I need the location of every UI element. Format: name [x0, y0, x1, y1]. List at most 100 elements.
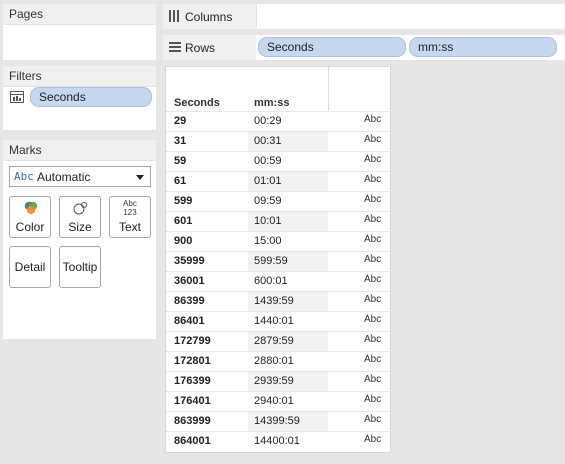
tooltip-button[interactable]: Tooltip — [59, 246, 101, 288]
cell-seconds: 176401 — [174, 395, 211, 407]
color-icon — [24, 201, 38, 215]
cell-mmss: 1440:01 — [254, 315, 294, 327]
rows-icon — [169, 42, 181, 52]
cell-text-mark[interactable]: Abc — [364, 154, 381, 165]
cell-seconds: 86401 — [174, 315, 205, 327]
cell-mmss: 599:59 — [254, 255, 288, 267]
cell-seconds: 59 — [174, 155, 187, 167]
text-icon-bottom: 123 — [123, 208, 137, 217]
cell-text-mark[interactable]: Abc — [364, 394, 381, 405]
cell-mmss: 01:01 — [254, 175, 282, 187]
detail-button[interactable]: Detail — [9, 246, 51, 288]
table-row[interactable]: 36001 600:01 Abc — [166, 271, 390, 291]
columns-icon — [169, 10, 179, 22]
color-label: Color — [15, 220, 45, 234]
cell-text-mark[interactable]: Abc — [364, 134, 381, 145]
pages-card: Pages — [3, 4, 156, 60]
cell-text-mark[interactable]: Abc — [364, 214, 381, 225]
table-row[interactable]: 86401 1440:01 Abc — [166, 311, 390, 331]
cell-mmss: 1439:59 — [254, 295, 294, 307]
size-icon — [73, 202, 87, 215]
rows-label: Rows — [185, 41, 216, 55]
cell-mmss: 600:01 — [254, 275, 288, 287]
table-row[interactable]: 86399 1439:59 Abc — [166, 291, 390, 311]
cell-text-mark[interactable]: Abc — [364, 434, 381, 445]
marks-card: Marks Abc Automatic Color Size Abc 123 T… — [3, 140, 156, 339]
cell-seconds: 172799 — [174, 335, 211, 347]
cell-seconds: 863999 — [174, 415, 211, 427]
cell-text-mark[interactable]: Abc — [364, 274, 381, 285]
table-row[interactable]: 176399 2939:59 Abc — [166, 371, 390, 391]
text-icon-top: Abc — [123, 199, 137, 208]
cell-text-mark[interactable]: Abc — [364, 334, 381, 345]
cell-seconds: 601 — [174, 215, 193, 227]
cell-text-mark[interactable]: Abc — [364, 174, 381, 185]
header-mmss[interactable]: mm:ss — [254, 97, 289, 109]
columns-label: Columns — [185, 10, 233, 24]
cell-seconds: 900 — [174, 235, 193, 247]
filter-field-icon — [10, 91, 24, 103]
cell-text-mark[interactable]: Abc — [364, 414, 381, 425]
table-row[interactable]: 601 10:01 Abc — [166, 211, 390, 231]
cell-mmss: 15:00 — [254, 235, 282, 247]
table-header-divider — [328, 67, 329, 111]
cell-seconds: 172801 — [174, 355, 211, 367]
cell-text-mark[interactable]: Abc — [364, 254, 381, 265]
cell-mmss: 14399:59 — [254, 415, 300, 427]
table-row[interactable]: 176401 2940:01 Abc — [166, 391, 390, 411]
table-row[interactable]: 599 09:59 Abc — [166, 191, 390, 211]
table-row[interactable]: 864001 14400:01 Abc — [166, 431, 390, 451]
mark-type-abc-icon: Abc — [14, 170, 34, 183]
table-row[interactable]: 900 15:00 Abc — [166, 231, 390, 251]
mark-type-dropdown[interactable]: Abc Automatic — [9, 166, 151, 187]
cell-text-mark[interactable]: Abc — [364, 234, 381, 245]
cell-mmss: 2939:59 — [254, 375, 294, 387]
header-seconds[interactable]: Seconds — [174, 97, 220, 109]
mark-type-value: Automatic — [37, 170, 91, 184]
filters-card: Filters Seconds — [3, 66, 156, 130]
cell-mmss: 10:01 — [254, 215, 282, 227]
cell-seconds: 35999 — [174, 255, 205, 267]
cell-seconds: 61 — [174, 175, 187, 187]
table-row[interactable]: 863999 14399:59 Abc — [166, 411, 390, 431]
columns-shelf[interactable]: Columns — [163, 4, 565, 29]
cell-mmss: 2880:01 — [254, 355, 294, 367]
cell-text-mark[interactable]: Abc — [364, 354, 381, 365]
size-button[interactable]: Size — [59, 196, 101, 238]
cell-text-mark[interactable]: Abc — [364, 314, 381, 325]
chevron-down-icon — [136, 175, 144, 180]
text-button[interactable]: Abc 123 Text — [109, 196, 151, 238]
cell-mmss: 00:29 — [254, 115, 282, 127]
cell-text-mark[interactable]: Abc — [364, 374, 381, 385]
cell-mmss: 00:59 — [254, 155, 282, 167]
cell-seconds: 36001 — [174, 275, 205, 287]
cell-mmss: 09:59 — [254, 195, 282, 207]
rows-pill-seconds[interactable]: Seconds — [258, 37, 406, 57]
pages-title: Pages — [3, 4, 156, 25]
table-row[interactable]: 35999 599:59 Abc — [166, 251, 390, 271]
color-button[interactable]: Color — [9, 196, 51, 238]
cell-mmss: 2940:01 — [254, 395, 294, 407]
cell-mmss: 14400:01 — [254, 435, 300, 447]
cell-text-mark[interactable]: Abc — [364, 194, 381, 205]
size-label: Size — [68, 220, 92, 234]
rows-pill-mmss[interactable]: mm:ss — [409, 37, 557, 57]
table-row[interactable]: 59 00:59 Abc — [166, 151, 390, 171]
cell-text-mark[interactable]: Abc — [364, 294, 381, 305]
cell-text-mark[interactable]: Abc — [364, 114, 381, 125]
filters-title: Filters — [3, 66, 156, 87]
cell-mmss: 2879:59 — [254, 335, 294, 347]
marks-title: Marks — [3, 140, 156, 161]
table-row[interactable]: 29 00:29 Abc — [166, 111, 390, 131]
text-icon: Abc 123 — [110, 199, 150, 217]
table-row[interactable]: 61 01:01 Abc — [166, 171, 390, 191]
table-row[interactable]: 172801 2880:01 Abc — [166, 351, 390, 371]
cell-seconds: 176399 — [174, 375, 211, 387]
cell-seconds: 86399 — [174, 295, 205, 307]
cell-seconds: 31 — [174, 135, 187, 147]
table-row[interactable]: 31 00:31 Abc — [166, 131, 390, 151]
cell-seconds: 864001 — [174, 435, 211, 447]
filter-pill-seconds[interactable]: Seconds — [30, 87, 152, 107]
table-row[interactable]: 172799 2879:59 Abc — [166, 331, 390, 351]
rows-shelf[interactable]: Rows Seconds mm:ss — [163, 35, 565, 60]
